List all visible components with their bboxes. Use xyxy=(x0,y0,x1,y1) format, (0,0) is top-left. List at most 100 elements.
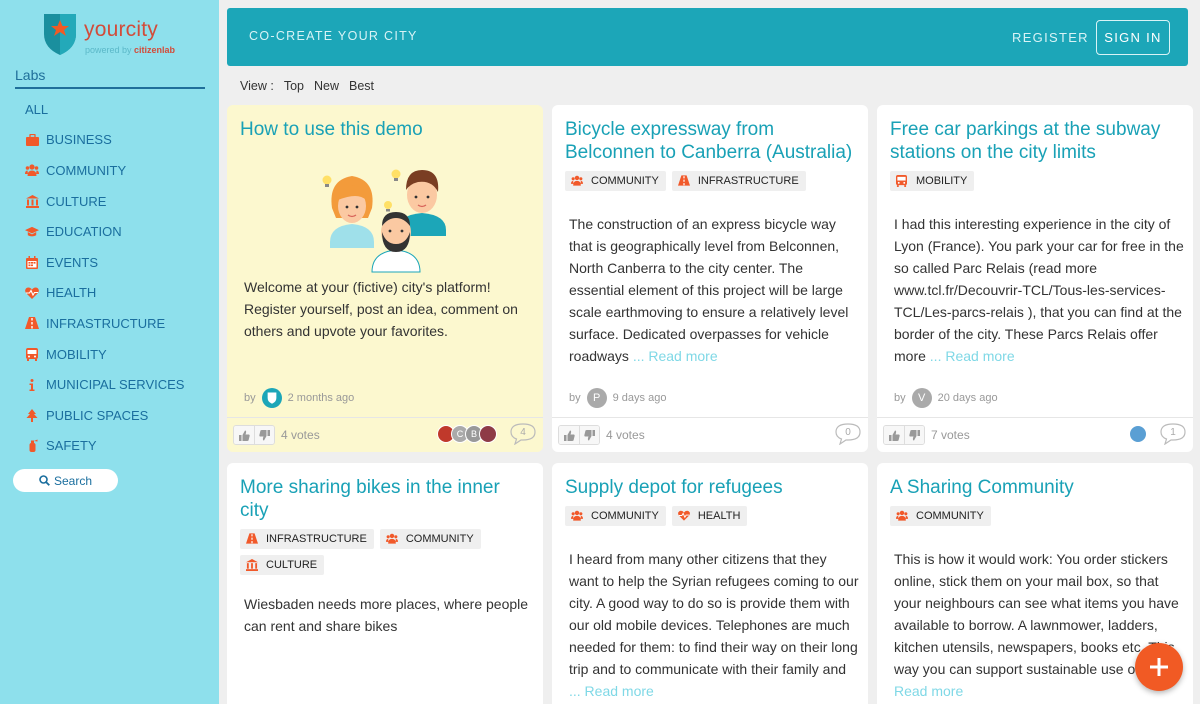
upvote-button[interactable] xyxy=(884,426,904,444)
thumbs-down-icon xyxy=(259,429,270,440)
voter-avatars: C B xyxy=(437,425,497,443)
users-icon xyxy=(385,533,398,545)
idea-card[interactable]: More sharing bikes in the inner city INF… xyxy=(227,463,543,704)
idea-card[interactable]: Bicycle expressway from Belconnen to Can… xyxy=(552,105,868,452)
upvote-button[interactable] xyxy=(559,426,579,444)
idea-title[interactable]: How to use this demo xyxy=(240,118,532,141)
read-more-link[interactable]: ... Read more xyxy=(569,683,654,699)
thumbs-down-icon xyxy=(584,429,595,440)
sidebar-item-health[interactable]: HEALTH xyxy=(0,278,219,309)
idea-tags: INFRASTRUCTURE COMMUNITY CULTURE xyxy=(240,529,532,575)
sidebar-item-label: SAFETY xyxy=(46,438,97,454)
idea-card[interactable]: Supply depot for refugees COMMUNITY HEAL… xyxy=(552,463,868,704)
voter-avatar[interactable] xyxy=(1129,425,1147,443)
labs-title: Labs xyxy=(15,67,205,89)
author-avatar[interactable] xyxy=(261,388,282,408)
idea-title[interactable]: More sharing bikes in the inner city xyxy=(240,476,532,522)
idea-title[interactable]: Supply depot for refugees xyxy=(565,476,857,499)
idea-description: I had this interesting experience in the… xyxy=(894,216,1184,364)
top-header: CO-CREATE YOUR CITY REGISTER SIGN IN xyxy=(227,8,1188,66)
sidebar-item-community[interactable]: COMMUNITY xyxy=(0,155,219,186)
users-icon xyxy=(25,163,39,177)
thumbs-down-icon xyxy=(909,429,920,440)
comment-count: 1 xyxy=(1170,427,1176,438)
heartbeat-icon xyxy=(25,286,39,300)
sidebar-item-business[interactable]: BUSINESS xyxy=(0,125,219,156)
museum-icon xyxy=(25,194,39,208)
sidebar-item-mobility[interactable]: MOBILITY xyxy=(0,339,219,370)
register-link[interactable]: REGISTER xyxy=(1012,30,1089,45)
powered-by: powered by citizenlab xyxy=(85,45,176,55)
sign-in-button[interactable]: SIGN IN xyxy=(1096,20,1170,55)
idea-title[interactable]: Free car parkings at the subway stations… xyxy=(890,118,1182,164)
search-label: Search xyxy=(53,473,93,488)
author-avatar[interactable]: V xyxy=(911,388,932,408)
vote-count: 4 votes xyxy=(606,428,645,442)
tag-community[interactable]: COMMUNITY xyxy=(890,506,991,526)
sidebar-item-label: MUNICIPAL SERVICES xyxy=(46,377,185,393)
sidebar-item-culture[interactable]: CULTURE xyxy=(0,186,219,217)
author-avatar[interactable]: P xyxy=(586,388,607,408)
idea-description: Wiesbaden needs more places, where peopl… xyxy=(244,596,529,634)
search-button[interactable]: Search xyxy=(13,469,118,492)
add-idea-button[interactable] xyxy=(1135,643,1183,691)
calendar-icon xyxy=(25,255,39,269)
sidebar-item-label: EVENTS xyxy=(46,254,99,270)
sidebar-item-label: HEALTH xyxy=(46,285,97,301)
downvote-button[interactable] xyxy=(579,426,599,444)
sidebar-item-label: COMMUNITY xyxy=(46,162,127,178)
idea-tags: COMMUNITY xyxy=(890,506,1182,526)
view-option-top[interactable]: Top xyxy=(284,79,304,93)
bus-icon xyxy=(896,175,908,187)
idea-time: 2 months ago xyxy=(287,392,355,404)
idea-time: 20 days ago xyxy=(937,392,998,404)
comments-button[interactable]: 0 xyxy=(835,423,861,446)
thumbs-up-icon xyxy=(238,430,250,441)
tag-community[interactable]: COMMUNITY xyxy=(565,506,666,526)
read-more-link[interactable]: ... Read more xyxy=(930,348,1015,364)
tag-mobility[interactable]: MOBILITY xyxy=(890,171,975,191)
downvote-button[interactable] xyxy=(254,426,274,444)
idea-card[interactable]: How to use this demo Welcome at your (fi… xyxy=(227,105,543,452)
sidebar-item-municipal-services[interactable]: MUNICIPAL SERVICES xyxy=(0,369,219,400)
tag-culture[interactable]: CULTURE xyxy=(240,555,325,575)
header-title: CO-CREATE YOUR CITY xyxy=(249,29,418,43)
logo[interactable]: yourcity powered by citizenlab xyxy=(43,12,193,58)
vote-count: 7 votes xyxy=(931,428,970,442)
idea-byline: by P 9 days ago xyxy=(569,388,666,408)
view-option-best[interactable]: Best xyxy=(349,79,374,93)
tag-infrastructure[interactable]: INFRASTRUCTURE xyxy=(240,529,374,549)
sidebar-item-education[interactable]: EDUCATION xyxy=(0,216,219,247)
sidebar-item-infrastructure[interactable]: INFRASTRUCTURE xyxy=(0,308,219,339)
comments-button[interactable]: 1 xyxy=(1160,423,1186,446)
vote-buttons xyxy=(558,425,600,445)
search-icon xyxy=(39,475,50,486)
idea-tags: MOBILITY xyxy=(890,171,1182,191)
sidebar-item-all[interactable]: ALL xyxy=(0,94,219,125)
tag-community[interactable]: COMMUNITY xyxy=(379,529,481,549)
people-illustration xyxy=(322,169,446,273)
voter-avatar[interactable] xyxy=(479,425,497,443)
read-more-link[interactable]: ... Read more xyxy=(633,348,718,364)
idea-title[interactable]: A Sharing Community xyxy=(890,476,1182,499)
tag-infrastructure[interactable]: INFRASTRUCTURE xyxy=(671,171,806,191)
sidebar-item-label: INFRASTRUCTURE xyxy=(46,315,166,331)
comment-count: 0 xyxy=(845,427,851,438)
downvote-button[interactable] xyxy=(904,426,924,444)
idea-card[interactable]: Free car parkings at the subway stations… xyxy=(877,105,1193,452)
view-option-new[interactable]: New xyxy=(314,79,339,93)
comments-button[interactable]: 4 xyxy=(510,423,536,446)
sidebar: yourcity powered by citizenlab Labs ALL … xyxy=(0,0,219,704)
idea-title[interactable]: Bicycle expressway from Belconnen to Can… xyxy=(565,118,857,164)
sidebar-item-events[interactable]: EVENTS xyxy=(0,247,219,278)
sidebar-item-public-spaces[interactable]: PUBLIC SPACES xyxy=(0,400,219,431)
tag-community[interactable]: COMMUNITY xyxy=(565,171,666,191)
sidebar-item-safety[interactable]: SAFETY xyxy=(0,431,219,462)
tag-health[interactable]: HEALTH xyxy=(671,506,748,526)
museum-icon xyxy=(246,559,258,571)
idea-footer: 4 votes C B 4 xyxy=(227,417,543,451)
road-icon xyxy=(677,175,690,187)
upvote-button[interactable] xyxy=(234,426,254,444)
sidebar-item-label: ALL xyxy=(25,101,49,117)
heartbeat-icon xyxy=(677,510,690,522)
